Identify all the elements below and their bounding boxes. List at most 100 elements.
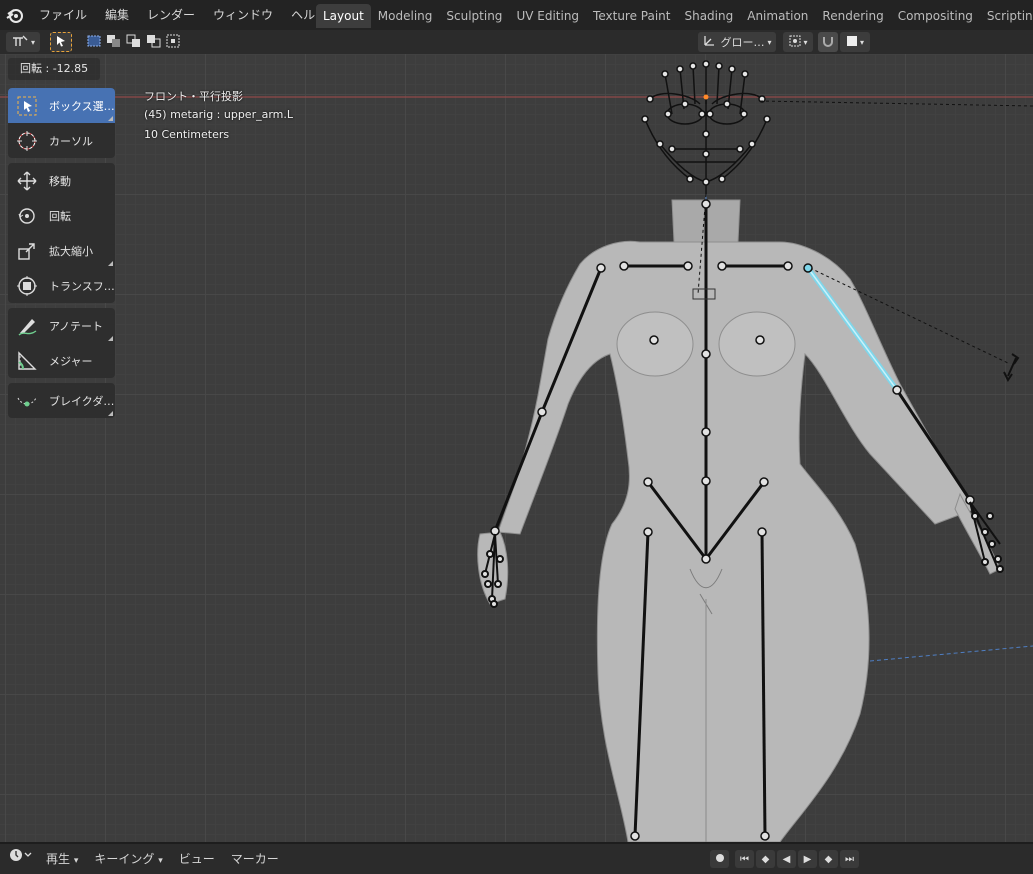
marker-menu[interactable]: マーカー	[223, 844, 287, 874]
tab-rendering[interactable]: Rendering	[815, 4, 890, 28]
last-operator-panel[interactable]: 回転 : -12.85	[8, 58, 101, 80]
tool-label: 拡大縮小	[49, 244, 93, 258]
chevron-down-icon: ▾	[859, 37, 864, 47]
next-keyframe-button[interactable]: ◆	[819, 850, 838, 868]
cursor-icon	[14, 128, 40, 154]
magnet-icon	[821, 34, 835, 51]
play-reverse-button[interactable]: ◀	[777, 850, 796, 868]
prev-keyframe-button[interactable]: ◆	[756, 850, 775, 868]
tool-annotate[interactable]: アノテート	[8, 308, 115, 343]
tool-label: トランスフ…	[49, 279, 115, 293]
playback-menu[interactable]: 再生 ▾	[38, 844, 86, 874]
snap-target-dropdown[interactable]: ▾	[840, 32, 870, 52]
scene-canvas[interactable]	[0, 54, 1033, 842]
keying-label: キーイング	[94, 852, 155, 866]
chevron-down-icon: ▾	[767, 37, 772, 47]
tool-shelf: ボックス選… カーソル 移動 回転 拡大縮小 トランスフ… アノテート メジャー…	[8, 88, 115, 423]
tab-animation[interactable]: Animation	[740, 4, 815, 28]
jump-start-button[interactable]: ⏮	[735, 850, 754, 868]
snap-toggle[interactable]	[818, 32, 838, 52]
tool-transform[interactable]: トランスフ…	[8, 268, 115, 303]
arrow-pointer-icon	[55, 35, 67, 50]
pose-mode-icon	[11, 34, 29, 51]
view-menu[interactable]: ビュー	[171, 844, 223, 874]
chevron-down-icon: ▾	[158, 856, 163, 866]
tool-cursor[interactable]: カーソル	[8, 123, 115, 158]
view-name-label: フロント・平行投影	[144, 90, 243, 103]
tab-layout[interactable]: Layout	[316, 4, 371, 28]
rotate-icon	[14, 203, 40, 229]
select-subtract-icon[interactable]	[126, 34, 142, 51]
menu-file[interactable]: ファイル	[30, 0, 96, 30]
tool-group-select: ボックス選… カーソル	[8, 88, 115, 158]
play-reverse-icon: ◀	[782, 853, 791, 865]
menu-render[interactable]: レンダー	[138, 0, 204, 30]
menu-edit[interactable]: 編集	[96, 0, 138, 30]
workspace-tabs: Layout Modeling Sculpting UV Editing Tex…	[316, 4, 1033, 28]
editor-type-button[interactable]: ▾	[6, 32, 40, 52]
rotate-gizmo-icon	[1003, 353, 1020, 382]
jump-start-icon: ⏮	[740, 853, 749, 865]
select-extend-icon[interactable]	[106, 34, 122, 51]
orientation-axes-icon	[702, 34, 716, 51]
prev-keyframe-icon: ◆	[761, 853, 770, 865]
tool-label: ボックス選…	[49, 99, 115, 113]
tool-variants-corner	[108, 336, 113, 341]
tool-variants-corner	[108, 261, 113, 266]
tool-measure[interactable]: メジャー	[8, 343, 115, 378]
keying-menu[interactable]: キーイング ▾	[86, 844, 170, 874]
timeline-header: 再生 ▾ キーイング ▾ ビュー マーカー ⏮ ◆ ◀ ▶ ◆ ⏭	[0, 844, 1033, 874]
jump-end-button[interactable]: ⏭	[840, 850, 859, 868]
tool-group-pose: ブレイクダ…	[8, 383, 115, 418]
tool-group-transform: 移動 回転 拡大縮小 トランスフ…	[8, 163, 115, 303]
transform-icon	[14, 273, 40, 299]
tool-group-annotate: アノテート メジャー	[8, 308, 115, 378]
orientation-label: グロー…	[720, 36, 765, 49]
select-box-icon	[14, 93, 40, 119]
viewport-header: ▾ グロー… ▾ ▾ ▾	[0, 30, 1033, 54]
tool-breakdown[interactable]: ブレイクダ…	[8, 383, 115, 418]
scale-icon	[14, 238, 40, 264]
tool-variants-corner	[108, 116, 113, 121]
play-icon: ▶	[803, 853, 812, 865]
playback-label: 再生	[46, 852, 71, 866]
chevron-down-icon: ▾	[30, 37, 35, 47]
tool-box-select[interactable]: ボックス選…	[8, 88, 115, 123]
select-mode-button[interactable]	[50, 32, 72, 52]
tab-modeling[interactable]: Modeling	[371, 4, 440, 28]
annotate-icon	[14, 313, 40, 339]
tab-texture-paint[interactable]: Texture Paint	[586, 4, 677, 28]
tab-sculpting[interactable]: Sculpting	[439, 4, 509, 28]
select-new-icon[interactable]	[86, 34, 102, 51]
chevron-down-icon: ▾	[803, 37, 808, 47]
play-button[interactable]: ▶	[798, 850, 817, 868]
transform-orientation-dropdown[interactable]: グロー… ▾	[698, 32, 776, 52]
measure-icon	[14, 348, 40, 374]
tool-move[interactable]: 移動	[8, 163, 115, 198]
tab-scripting[interactable]: Scripting	[980, 4, 1033, 28]
face-rig	[641, 60, 771, 194]
tool-rotate[interactable]: 回転	[8, 198, 115, 233]
next-keyframe-icon: ◆	[824, 853, 833, 865]
select-mode-group	[86, 32, 182, 52]
tool-label: ブレイクダ…	[49, 394, 115, 408]
tool-label: アノテート	[49, 319, 104, 333]
blender-logo-icon[interactable]	[0, 0, 30, 30]
menu-window[interactable]: ウィンドウ	[204, 0, 282, 30]
tab-uv-editing[interactable]: UV Editing	[509, 4, 586, 28]
chevron-down-icon: ▾	[73, 856, 79, 866]
top-menu-bar: ファイル 編集 レンダー ウィンドウ ヘルプ Layout Modeling S…	[0, 0, 1033, 30]
pivot-point-dropdown[interactable]: ▾	[783, 32, 813, 52]
3d-viewport[interactable]: 回転 : -12.85 フロント・平行投影 (45) metarig : upp…	[0, 54, 1033, 842]
tab-shading[interactable]: Shading	[677, 4, 740, 28]
record-icon	[715, 853, 725, 866]
record-button[interactable]	[710, 850, 729, 868]
tab-compositing[interactable]: Compositing	[891, 4, 980, 28]
jump-end-icon: ⏭	[845, 853, 854, 865]
guide-line	[869, 645, 1033, 662]
clock-icon	[8, 849, 34, 866]
select-intersect-icon[interactable]	[166, 34, 182, 51]
tool-scale[interactable]: 拡大縮小	[8, 233, 115, 268]
select-invert-icon[interactable]	[146, 34, 162, 51]
editor-type-timeline-button[interactable]	[0, 844, 38, 874]
